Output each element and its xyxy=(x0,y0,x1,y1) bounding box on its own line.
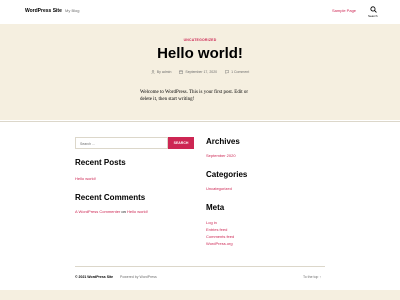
site-title[interactable]: WordPress Site xyxy=(25,8,62,14)
post-comments-link[interactable]: 1 Comment xyxy=(225,69,249,75)
categories-title: Categories xyxy=(206,170,248,179)
site-header: WordPress Site My Blog Sample Page Searc… xyxy=(0,0,400,24)
bottom-band xyxy=(0,290,400,300)
footer-copyright[interactable]: © 2021 WordPress Site xyxy=(75,275,113,279)
recent-comment-item: A WordPress Commenter on Hello world! xyxy=(75,209,148,214)
section-divider xyxy=(0,121,400,122)
calendar-icon xyxy=(179,70,184,74)
post-category-link[interactable]: UNCATEGORIZED xyxy=(0,38,400,42)
site-footer xyxy=(0,266,400,290)
post-meta: By admin September 17, 2020 1 Comment xyxy=(0,69,400,75)
category-link[interactable]: Uncategorized xyxy=(206,186,232,191)
meta-entries-feed-link[interactable]: Entries feed xyxy=(206,227,227,232)
footer-powered-by[interactable]: Powered by WordPress xyxy=(120,275,157,279)
search-toggle-label: Search xyxy=(368,14,378,18)
post-date[interactable]: September 17, 2020 xyxy=(179,69,217,75)
comment-on-text: on xyxy=(121,209,126,214)
comment-icon xyxy=(225,70,229,74)
header-search-toggle[interactable]: Search xyxy=(366,6,380,20)
footer-divider xyxy=(75,266,325,267)
post-author-label: By admin xyxy=(156,70,172,74)
post-content: Welcome to WordPress. This is your first… xyxy=(140,90,249,102)
nav-sample-page[interactable]: Sample Page xyxy=(332,8,356,13)
meta-wordpress-org-link[interactable]: WordPress.org xyxy=(206,241,233,246)
post-comments-label: 1 Comment xyxy=(231,70,250,74)
widget-search-input[interactable]: Search ... xyxy=(75,137,168,149)
meta-comments-feed-link[interactable]: Comments feed xyxy=(206,234,234,239)
archives-title: Archives xyxy=(206,137,240,146)
site-description: My Blog xyxy=(65,8,80,13)
post-date-label: September 17, 2020 xyxy=(185,70,218,74)
recent-post-link[interactable]: Hello world! xyxy=(75,176,96,181)
recent-comments-title: Recent Comments xyxy=(75,193,146,202)
recent-posts-title: Recent Posts xyxy=(75,158,126,167)
widget-search-button[interactable]: SEARCH xyxy=(168,137,194,149)
meta-login-link[interactable]: Log in xyxy=(206,220,217,225)
comment-post-link[interactable]: Hello world! xyxy=(127,209,148,214)
search-icon xyxy=(370,6,377,13)
post-title: Hello world! xyxy=(157,45,243,62)
meta-title: Meta xyxy=(206,203,225,212)
user-icon xyxy=(151,70,155,74)
archive-link[interactable]: September 2020 xyxy=(206,153,236,158)
post-author[interactable]: By admin xyxy=(151,69,172,75)
to-the-top-link[interactable]: To the top ↑ xyxy=(303,275,321,279)
comment-author-link[interactable]: A WordPress Commenter xyxy=(75,209,120,214)
